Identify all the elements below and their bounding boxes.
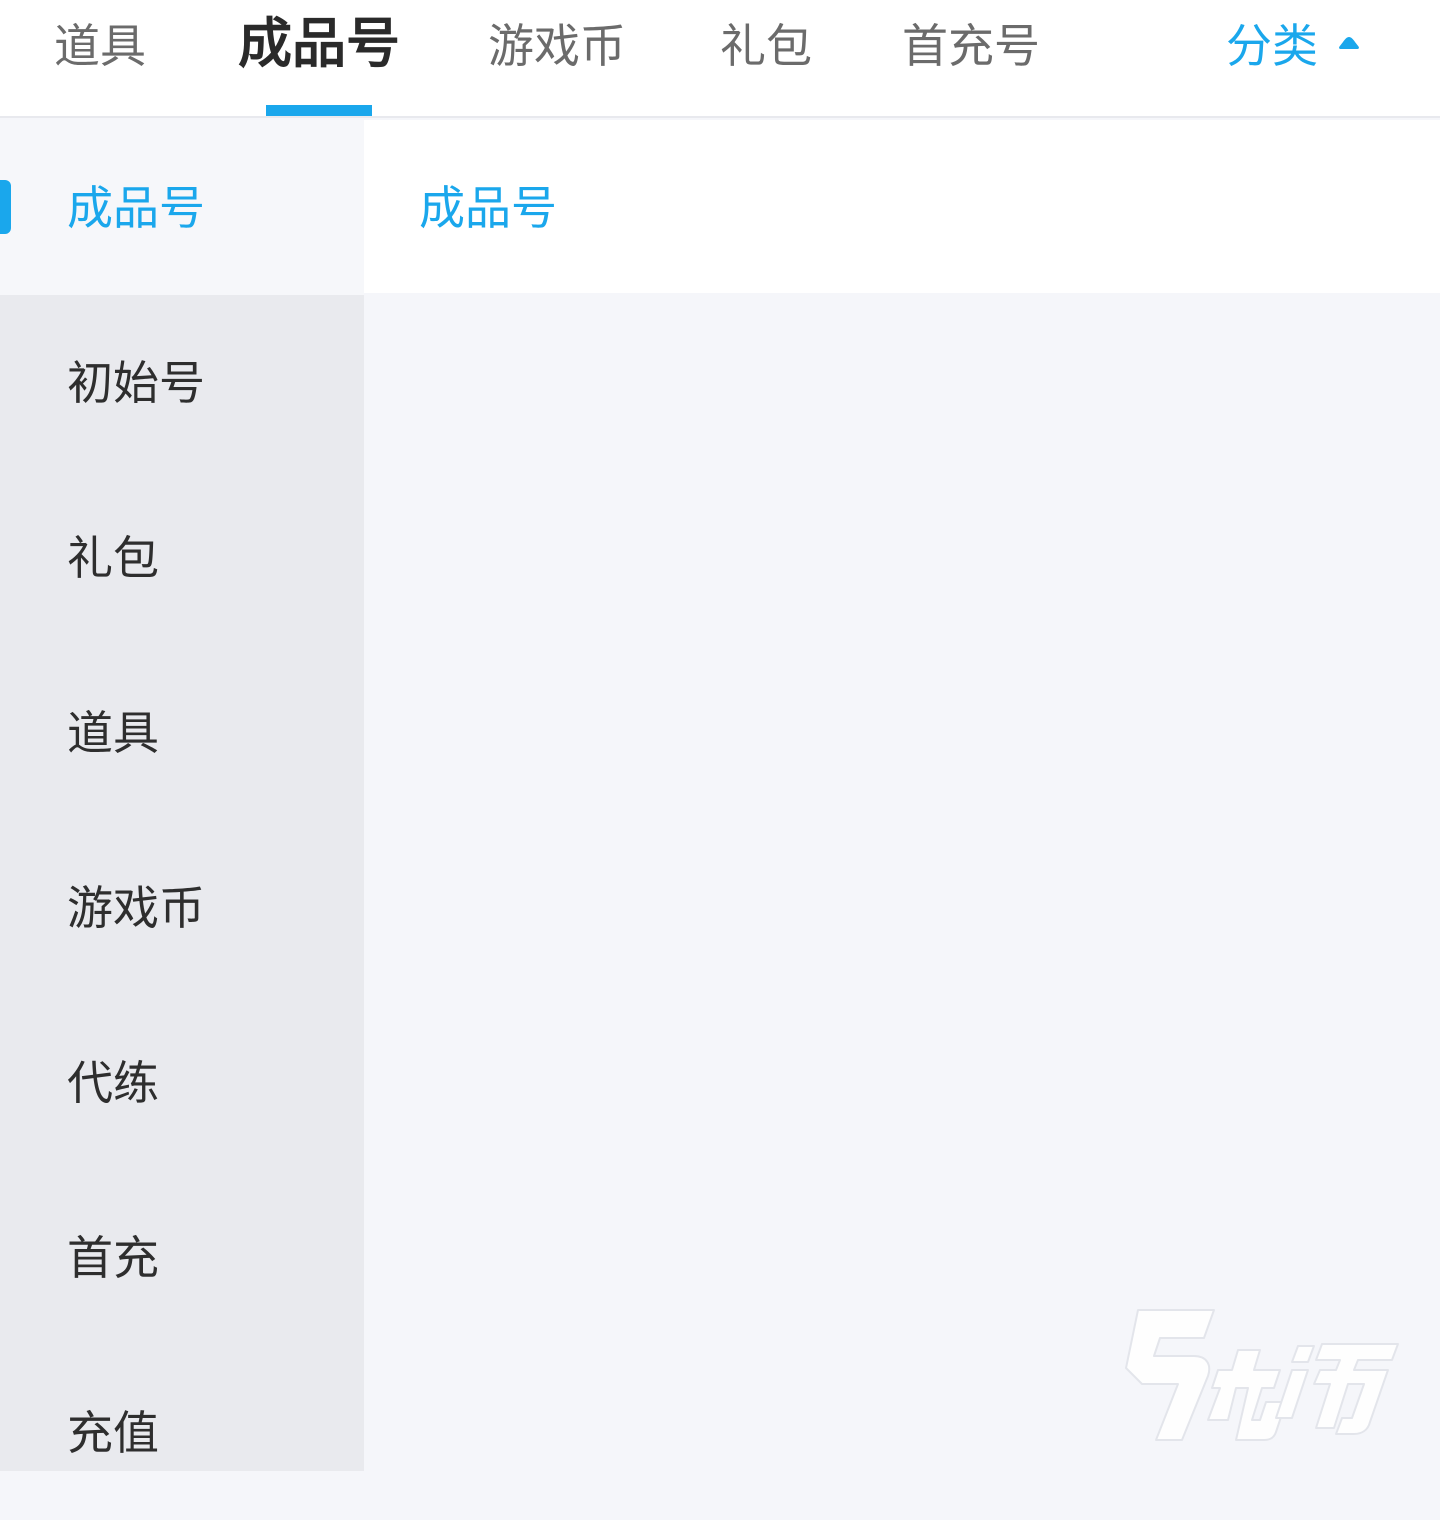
sidebar-item-accounts[interactable]: 成品号 bbox=[0, 120, 364, 295]
top-tab-bar: 道具 成品号 游戏币 礼包 首充号 分类 bbox=[0, 0, 1440, 118]
active-item-marker bbox=[0, 180, 11, 234]
sidebar-item-label: 游戏币 bbox=[67, 881, 205, 935]
sidebar-item-starter-accounts[interactable]: 初始号 bbox=[0, 295, 364, 470]
sidebar-item-label: 代练 bbox=[67, 1056, 159, 1110]
category-sidebar: 成品号 初始号 礼包 道具 游戏币 代练 首充 充值 bbox=[0, 120, 364, 1471]
tab-accounts[interactable]: 成品号 bbox=[238, 12, 400, 76]
sidebar-item-label: 首充 bbox=[67, 1231, 159, 1285]
sidebar-item-power-leveling[interactable]: 代练 bbox=[0, 995, 364, 1170]
sidebar-item-label: 充值 bbox=[67, 1406, 159, 1460]
tab-first-recharge-accounts[interactable]: 首充号 bbox=[902, 14, 1040, 78]
category-content-panel: 成品号 bbox=[364, 120, 1440, 1471]
sidebar-item-game-coins[interactable]: 游戏币 bbox=[0, 820, 364, 995]
active-tab-indicator bbox=[266, 105, 372, 116]
content-header: 成品号 bbox=[364, 120, 1440, 293]
sidebar-item-recharge[interactable]: 充值 bbox=[0, 1345, 364, 1520]
sidebar-item-label: 成品号 bbox=[67, 181, 205, 235]
content-section-title[interactable]: 成品号 bbox=[419, 178, 557, 238]
sidebar-item-label: 道具 bbox=[67, 706, 159, 760]
tab-game-coins[interactable]: 游戏币 bbox=[488, 14, 626, 78]
caret-up-icon[interactable] bbox=[1338, 36, 1360, 50]
sidebar-item-label: 礼包 bbox=[67, 531, 159, 585]
sidebar-item-label: 初始号 bbox=[67, 356, 205, 410]
tab-items[interactable]: 道具 bbox=[54, 14, 146, 78]
tab-gift-packs[interactable]: 礼包 bbox=[720, 14, 812, 78]
sidebar-item-first-recharge[interactable]: 首充 bbox=[0, 1170, 364, 1345]
sidebar-item-items[interactable]: 道具 bbox=[0, 645, 364, 820]
category-toggle-button[interactable]: 分类 bbox=[1226, 14, 1318, 78]
jiuyou-watermark-logo bbox=[1125, 1309, 1399, 1441]
sidebar-item-gift-packs[interactable]: 礼包 bbox=[0, 470, 364, 645]
